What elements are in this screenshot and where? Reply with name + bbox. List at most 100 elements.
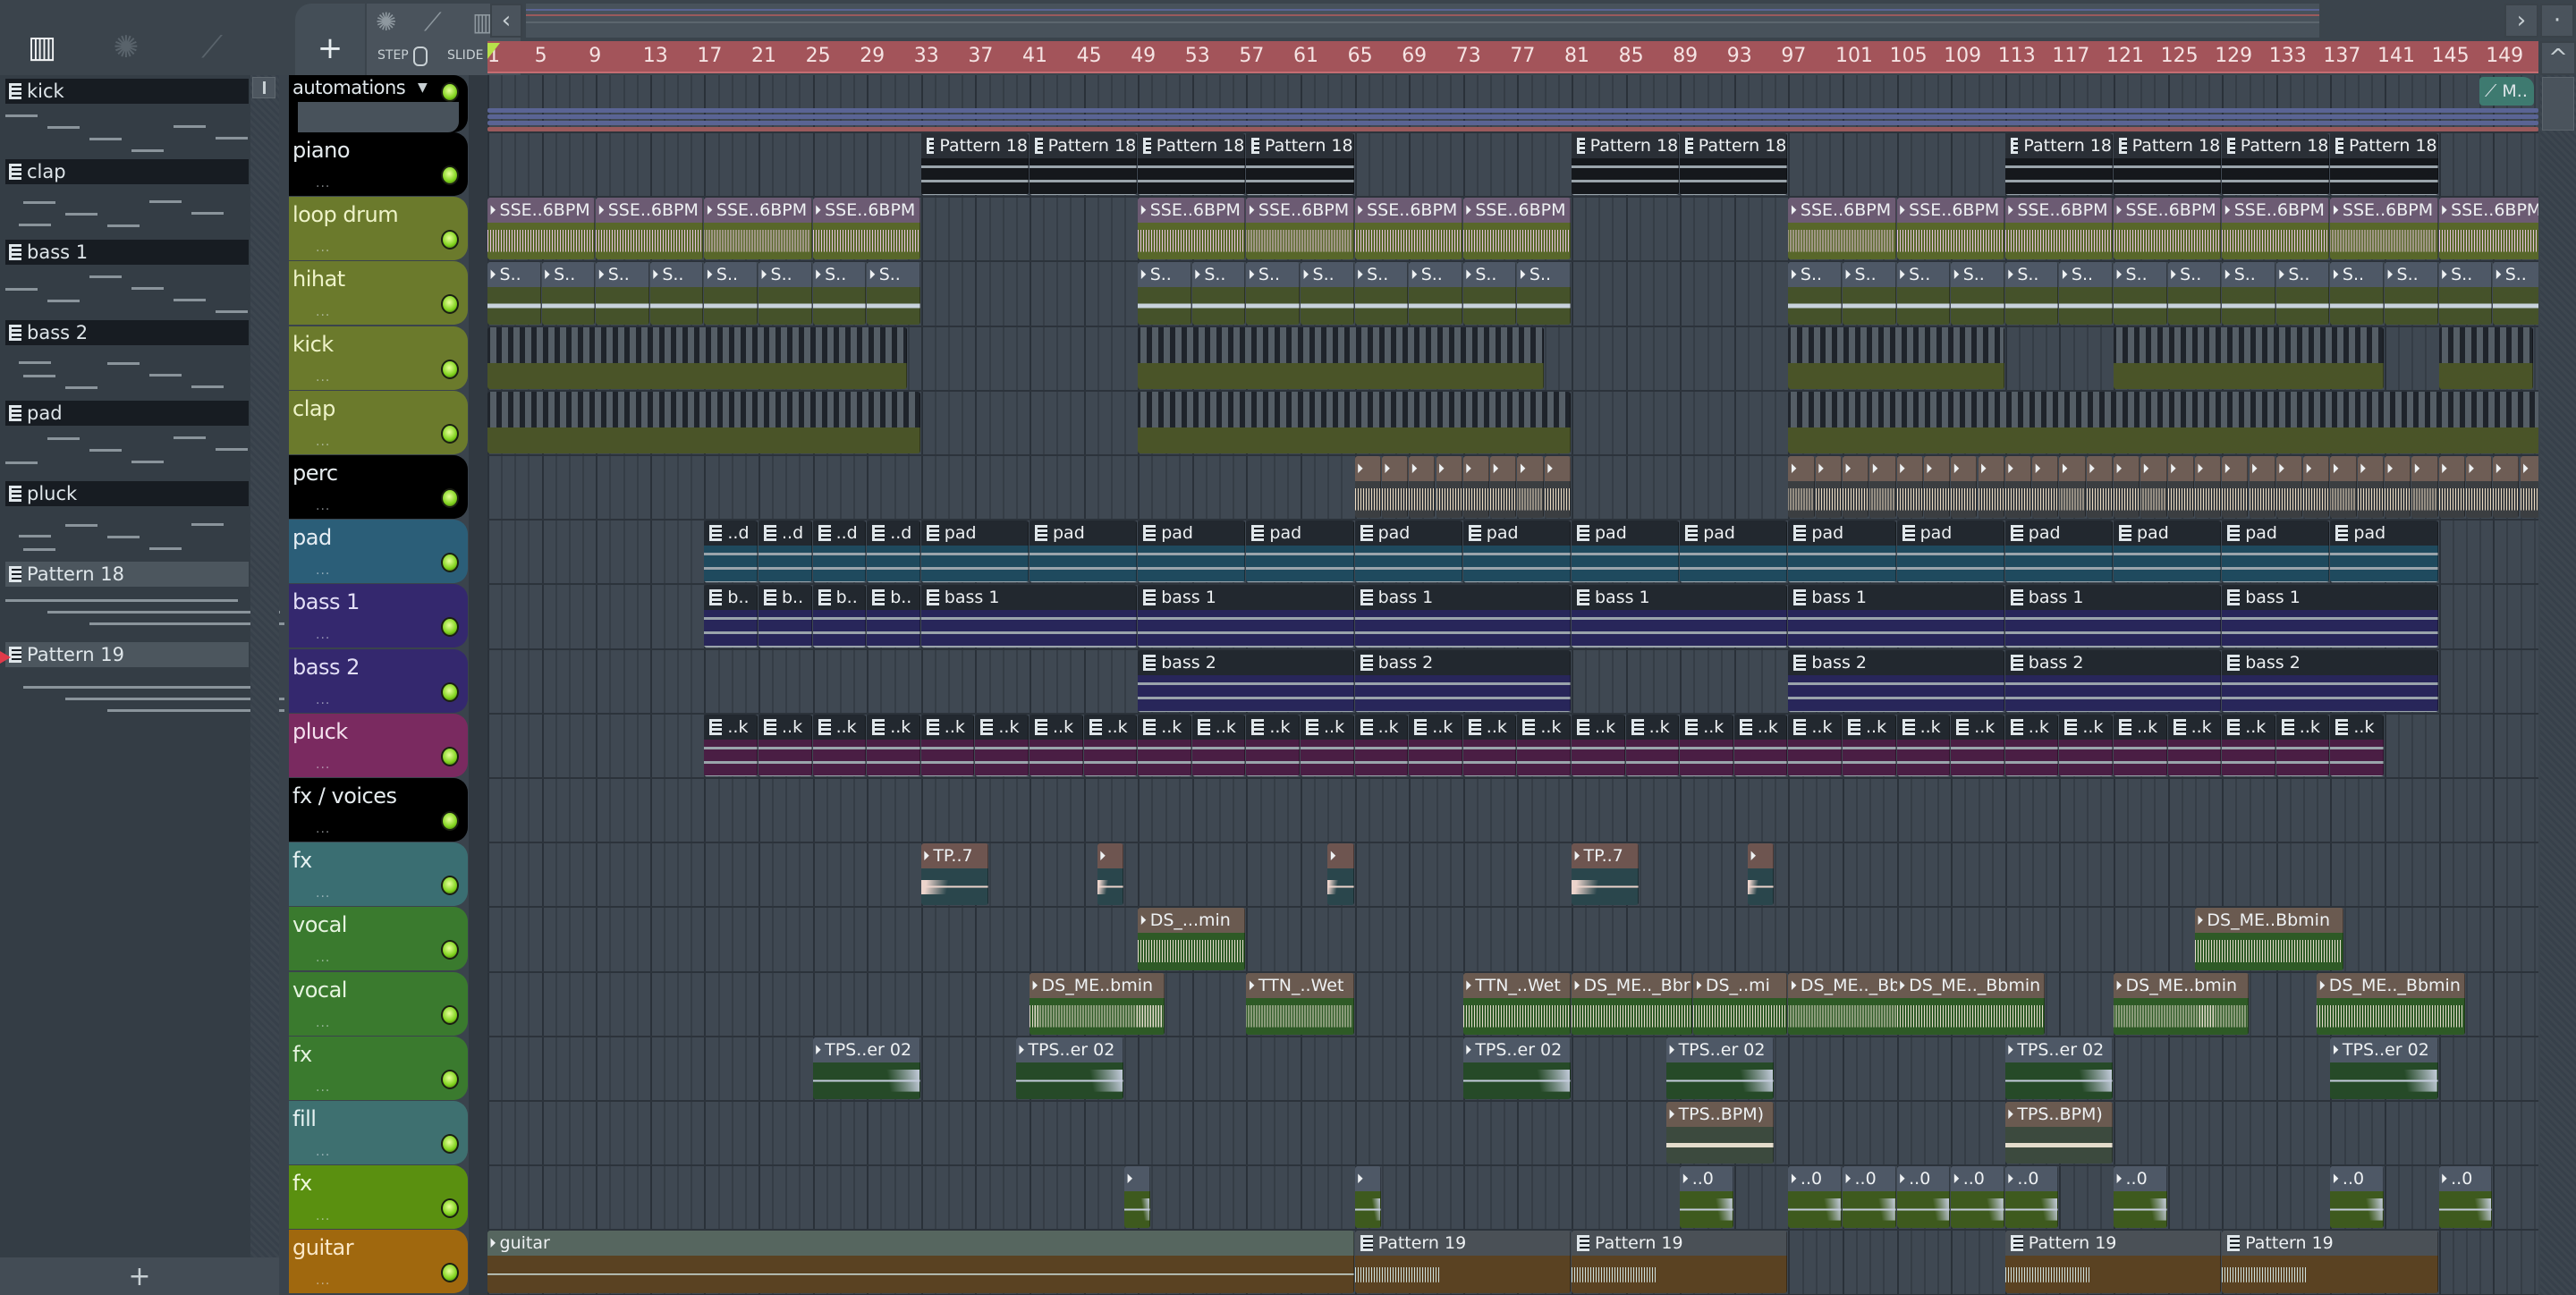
audio-clip[interactable]: ⏵ ..0 (2114, 1166, 2167, 1229)
track-header-fill[interactable]: fill... (289, 1101, 468, 1164)
audio-clip[interactable]: ⏵ S.. (2167, 262, 2222, 325)
pattern-clip[interactable]: bass 1 (1138, 585, 1354, 648)
audio-clip[interactable]: ⏵ (2385, 456, 2411, 519)
pattern-clip[interactable]: b.. (812, 585, 867, 648)
audio-clip[interactable]: ⏵ ..0 (1788, 1166, 1842, 1229)
audio-clip[interactable]: ⏵ S.. (596, 262, 649, 325)
track-enable-led[interactable] (441, 359, 459, 379)
audio-clip[interactable]: ⏵ DS_ME..bmin (2114, 972, 2249, 1035)
audio-clip[interactable]: ⏵ S.. (2438, 262, 2493, 325)
pattern-clip[interactable]: ..k (975, 714, 1029, 776)
pattern-clip[interactable]: bass 2 (1788, 649, 2004, 712)
track-header-hihat[interactable]: hihat... (289, 261, 468, 326)
pattern-clip[interactable]: ..k (2114, 714, 2167, 776)
timeline-ruler[interactable]: 1 5 9 13 17 21 25 29 33 37 41 45 49 53 57 61 65 69 73 77 81 8… (487, 41, 2538, 73)
audio-clip[interactable]: ⏵ ..0 (2004, 1166, 2059, 1229)
audio-clip[interactable]: ⏵ S.. (2114, 262, 2167, 325)
automation-icon[interactable]: ⟋ (424, 7, 442, 38)
audio-clip[interactable]: ⏵ SSE..6BPM (2438, 198, 2538, 260)
audio-clip[interactable]: ⏵ SSE..6BPM (2330, 198, 2438, 260)
track-enable-led[interactable] (441, 940, 459, 961)
pattern-clip[interactable]: b.. (758, 585, 812, 648)
audio-clip[interactable]: ⏵ S.. (1517, 262, 1571, 325)
track-header-perc[interactable]: perc... (289, 455, 468, 519)
pattern-clip[interactable]: b.. (704, 585, 758, 648)
pattern-clip[interactable]: Pattern 18 (1680, 133, 1788, 196)
audio-clip[interactable]: ⏵ (2411, 456, 2438, 519)
pattern-clip[interactable]: Pattern 18 (920, 133, 1029, 196)
pattern-clip[interactable] (1788, 326, 2004, 389)
vertical-scroll-thumb[interactable] (2542, 77, 2574, 131)
pattern-clip[interactable]: pad (2330, 521, 2438, 583)
pattern-clip[interactable]: bass 1 (1354, 585, 1571, 648)
pattern-clip[interactable] (1138, 326, 1544, 389)
audio-clip[interactable]: ⏵ ..0 (2330, 1166, 2384, 1229)
dropdown-icon[interactable]: ▼ (418, 80, 428, 95)
picker-item-bass-2[interactable]: bass 2 (5, 320, 249, 401)
audio-clip[interactable]: ⏵ ..0 (2438, 1166, 2493, 1229)
playhead-marker[interactable] (487, 43, 500, 59)
audio-clip[interactable]: ⏵ (2032, 456, 2059, 519)
audio-clip[interactable]: ⏵ (1788, 456, 1815, 519)
picker-item-clap[interactable]: clap (5, 159, 249, 240)
track-menu-dots[interactable]: ... (316, 628, 330, 642)
track-enable-led[interactable] (441, 1004, 459, 1025)
audio-clip[interactable]: ⏵ DS_ME.._Bbr (1788, 972, 1910, 1035)
pattern-clip[interactable] (487, 391, 920, 453)
audio-clip[interactable]: ⏵ S.. (1246, 262, 1300, 325)
track-header-fx[interactable]: fx... (289, 1165, 468, 1230)
audio-clip[interactable]: ⏵ S.. (1354, 262, 1409, 325)
audio-clip[interactable]: ⏵ TPS..er 02 (812, 1037, 920, 1099)
pattern-clip[interactable]: Pattern 18 (1138, 133, 1246, 196)
pattern-clip[interactable]: ..k (920, 714, 975, 776)
picker-add-button[interactable]: + (0, 1257, 279, 1295)
pattern-clip[interactable]: ..k (1138, 714, 1191, 776)
audio-clip[interactable]: ⏵ S.. (812, 262, 867, 325)
track-enable-led[interactable] (441, 423, 459, 444)
pattern-clip[interactable]: ..k (2059, 714, 2113, 776)
track-enable-led[interactable] (441, 1069, 459, 1089)
track-enable-led[interactable] (441, 1263, 459, 1283)
pattern-clip[interactable]: ..k (2167, 714, 2222, 776)
pattern-clip[interactable] (2438, 326, 2533, 389)
pattern-clip[interactable]: Pattern 18 (2330, 133, 2438, 196)
pattern-clip[interactable]: pad (1030, 521, 1138, 583)
audio-clip[interactable]: ⏵ S.. (2493, 262, 2538, 325)
track-enable-led[interactable] (441, 230, 459, 250)
audio-clip[interactable]: ⏵ SSE..6BPM (2114, 198, 2222, 260)
audio-clip-icon[interactable]: ✺ (104, 25, 148, 70)
pattern-clip[interactable]: pad (1246, 521, 1354, 583)
track-header-clap[interactable]: clap... (289, 390, 468, 454)
audio-clip[interactable]: ⏵ (1815, 456, 1842, 519)
track-enable-led[interactable] (441, 876, 459, 896)
pattern-clip[interactable]: ..k (1354, 714, 1409, 776)
pattern-clip[interactable]: ..k (1409, 714, 1462, 776)
audio-clip[interactable]: ⏵ (1462, 456, 1490, 519)
track-menu-dots[interactable]: ... (316, 1016, 330, 1030)
audio-clip[interactable]: ⏵ (2465, 456, 2493, 519)
audio-clip[interactable]: ⏵ S.. (758, 262, 812, 325)
audio-clip[interactable]: ⏵ (2303, 456, 2330, 519)
pattern-clip[interactable] (1138, 391, 1571, 453)
track-header-loop-drum[interactable]: loop drum... (289, 197, 468, 261)
track-menu-dots[interactable]: ... (316, 241, 330, 255)
audio-clip[interactable]: ⏵ (1544, 456, 1571, 519)
audio-wave-icon[interactable]: ✺ (376, 7, 396, 37)
pattern-clip[interactable] (487, 326, 907, 389)
pattern-clip[interactable]: bass 2 (1354, 649, 1571, 712)
track-menu-dots[interactable]: ... (316, 693, 330, 707)
corner-button[interactable]: · (2540, 4, 2574, 38)
audio-clip[interactable]: ⏵ SSE..6BPM (1138, 198, 1246, 260)
pattern-clip[interactable]: ..k (1625, 714, 1680, 776)
pattern-clip[interactable]: ..k (1733, 714, 1788, 776)
pattern-clip[interactable]: Pattern 18 (1246, 133, 1354, 196)
track-menu-dots[interactable]: ... (316, 951, 330, 965)
audio-clip[interactable]: ⏵ ..0 (1896, 1166, 1951, 1229)
pattern-clip[interactable]: pad (2114, 521, 2222, 583)
pattern-clip[interactable]: pad (1138, 521, 1246, 583)
pattern-clip[interactable]: ..k (1951, 714, 2004, 776)
audio-clip[interactable]: ⏵ S.. (2004, 262, 2059, 325)
audio-clip[interactable]: ⏵ (1490, 456, 1517, 519)
pattern-clip[interactable]: pad (2222, 521, 2330, 583)
picker-item-kick[interactable]: kick (5, 79, 249, 159)
